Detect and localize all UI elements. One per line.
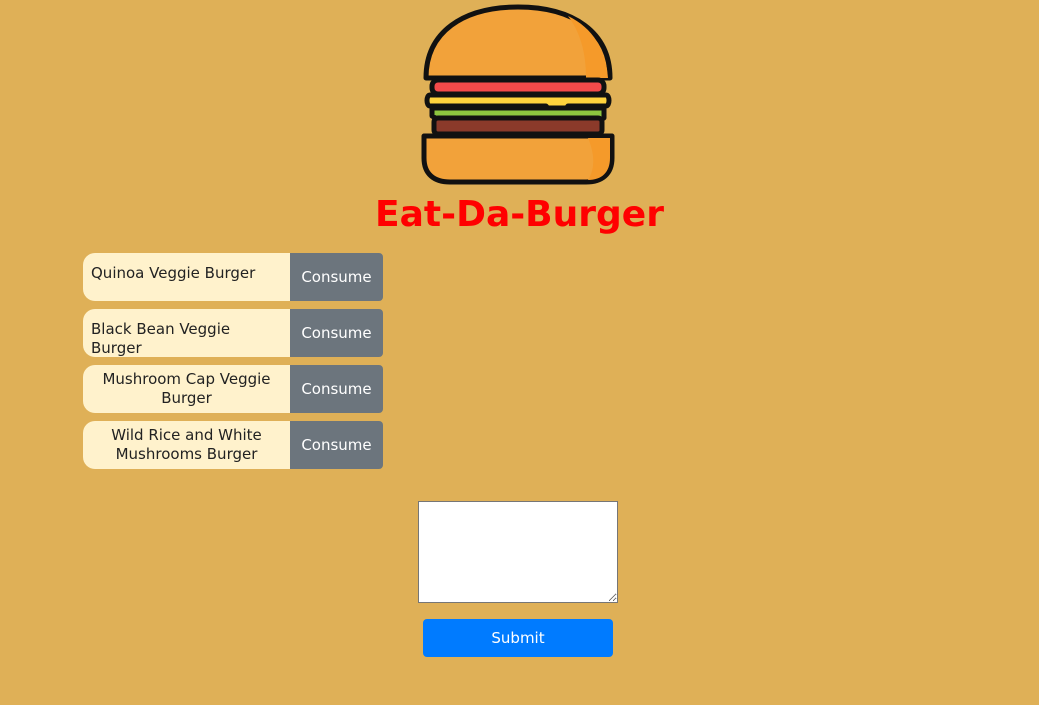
list-item: Mushroom Cap Veggie Burger Consume bbox=[83, 365, 383, 413]
burger-name: Mushroom Cap Veggie Burger bbox=[83, 365, 290, 413]
consume-button[interactable]: Consume bbox=[290, 365, 383, 413]
list-item: Quinoa Veggie Burger Consume bbox=[83, 253, 383, 301]
consume-button[interactable]: Consume bbox=[290, 309, 383, 357]
burger-list: Quinoa Veggie Burger Consume Black Bean … bbox=[83, 253, 383, 477]
burger-name-input[interactable] bbox=[418, 501, 618, 603]
burger-name: Quinoa Veggie Burger bbox=[83, 253, 290, 301]
list-item: Black Bean Veggie Burger Consume bbox=[83, 309, 383, 357]
consume-button[interactable]: Consume bbox=[290, 253, 383, 301]
burger-name: Black Bean Veggie Burger bbox=[83, 309, 290, 357]
burger-name: Wild Rice and White Mushrooms Burger bbox=[83, 421, 290, 469]
page-title: Eat-Da-Burger bbox=[375, 194, 664, 235]
burger-logo-icon bbox=[421, 4, 615, 185]
list-item: Wild Rice and White Mushrooms Burger Con… bbox=[83, 421, 383, 469]
consume-button[interactable]: Consume bbox=[290, 421, 383, 469]
submit-button[interactable]: Submit bbox=[423, 619, 613, 657]
